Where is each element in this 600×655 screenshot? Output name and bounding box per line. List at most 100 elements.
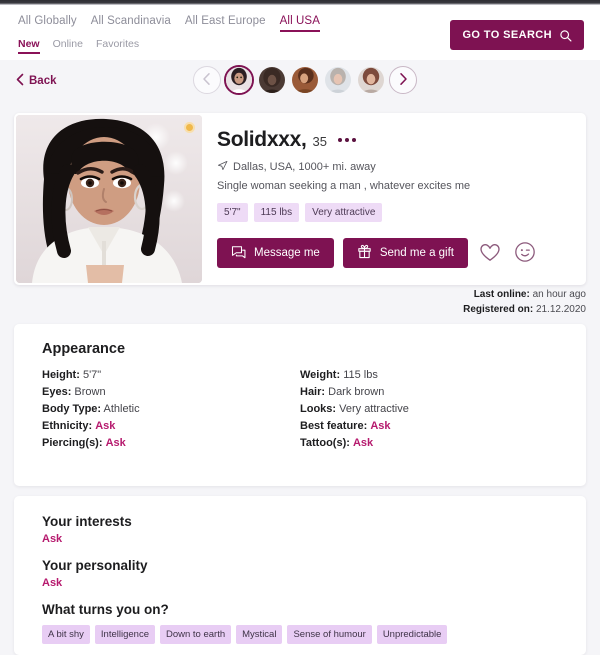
- profile-meta: Last online: an hour ago Registered on: …: [463, 287, 586, 317]
- site-header: All Globally All Scandinavia All East Eu…: [0, 5, 600, 60]
- profile-name-row: Solidxxx, 35: [217, 128, 572, 152]
- carousel-prev-button[interactable]: [193, 66, 221, 94]
- profile-chips: 5'7" 115 lbs Very attractive: [217, 203, 572, 222]
- attr-tattoos-label: Tattoo(s):: [300, 437, 350, 449]
- profile-info: Solidxxx, 35 Dallas, USA, 1000+ mi. away…: [217, 128, 572, 268]
- message-me-button[interactable]: Message me: [217, 238, 334, 268]
- avatar-1-image: [226, 67, 252, 93]
- nav-item-all-usa[interactable]: All USA: [279, 15, 320, 32]
- attr-ethnicity-value[interactable]: Ask: [95, 420, 115, 432]
- turnon-chip-4: Mystical: [236, 625, 283, 644]
- profile-location: Dallas, USA, 1000+ mi. away: [233, 161, 376, 173]
- chevron-left-icon: [16, 73, 24, 89]
- carousel-avatar-5[interactable]: [356, 65, 386, 95]
- personality-title: Your personality: [42, 558, 148, 573]
- profile-photo[interactable]: [16, 115, 202, 283]
- attr-body-type-label: Body Type:: [42, 403, 102, 415]
- add-to-favorites-button[interactable]: [477, 240, 503, 266]
- turnon-chip-5: Sense of humour: [287, 625, 372, 644]
- go-to-search-button[interactable]: GO TO SEARCH: [450, 20, 584, 50]
- send-wink-button[interactable]: [512, 240, 538, 266]
- attr-eyes: Eyes: Brown: [42, 386, 300, 398]
- nav-item-online[interactable]: Online: [53, 38, 83, 52]
- attr-height-value: 5'7": [82, 369, 102, 381]
- turnon-chip-2: Intelligence: [94, 625, 155, 644]
- attr-hair-label: Hair:: [300, 386, 326, 398]
- chevron-left-circle-icon: [202, 72, 212, 89]
- nav-item-all-east-europe[interactable]: All East Europe: [185, 15, 266, 30]
- attr-weight: Weight: 115 lbs: [300, 369, 586, 381]
- carousel-avatar-4[interactable]: [323, 65, 353, 95]
- carousel-next-button[interactable]: [389, 66, 417, 94]
- nav-item-new[interactable]: New: [18, 38, 40, 54]
- navigation-subbar: Back: [0, 60, 600, 110]
- send-gift-label: Send me a gift: [379, 247, 454, 259]
- profile-age: 35: [312, 134, 327, 149]
- avatar-2-image: [259, 67, 285, 93]
- profile-location-row: Dallas, USA, 1000+ mi. away: [217, 160, 572, 174]
- appearance-attributes: Height: 5'7" Weight: 115 lbs Eyes: Brown…: [14, 357, 586, 449]
- turnons-title: What turns you on?: [42, 602, 169, 617]
- registered-label: Registered on:: [463, 304, 534, 315]
- chevron-right-circle-icon: [398, 72, 408, 89]
- carousel-avatar-3[interactable]: [290, 65, 320, 95]
- nav-item-all-globally[interactable]: All Globally: [18, 15, 77, 30]
- about-body: Your interests Ask Your personality Ask …: [14, 514, 586, 644]
- avatar-3-image: [292, 67, 318, 93]
- turnons-list: A bit shy Intelligence Down to earth Mys…: [42, 625, 586, 644]
- attr-hair-value: Dark brown: [328, 386, 385, 398]
- attr-piercings-value[interactable]: Ask: [106, 437, 126, 449]
- attr-looks-value: Very attractive: [339, 403, 409, 415]
- profile-seeking: Single woman seeking a man , whatever ex…: [217, 180, 471, 192]
- appearance-title: Appearance: [42, 341, 126, 357]
- registered-value: 21.12.2020: [535, 304, 586, 315]
- attr-height: Height: 5'7": [42, 369, 300, 381]
- turnon-chip-6: Unpredictable: [376, 625, 448, 644]
- interests-value[interactable]: Ask: [42, 533, 586, 545]
- attr-looks: Looks: Very attractive: [300, 403, 586, 415]
- turnon-chip-3: Down to earth: [159, 625, 232, 644]
- attr-best-feature-value[interactable]: Ask: [370, 420, 390, 432]
- more-horizontal-icon[interactable]: [337, 138, 356, 142]
- back-label: Back: [29, 75, 57, 87]
- back-button[interactable]: Back: [16, 73, 57, 89]
- turnon-chip-1: A bit shy: [42, 625, 90, 644]
- nav-item-all-scandinavia[interactable]: All Scandinavia: [91, 15, 171, 30]
- last-online-label: Last online:: [473, 289, 530, 300]
- attr-eyes-value: Brown: [74, 386, 106, 398]
- location-arrow-icon: [217, 160, 228, 174]
- wink-smiley-icon: [514, 241, 536, 266]
- profile-actions: Message me Send me a gift: [217, 238, 572, 268]
- attr-tattoos: Tattoo(s): Ask: [300, 437, 586, 449]
- photo-status-badge: [184, 122, 195, 133]
- carousel-avatar-2[interactable]: [257, 65, 287, 95]
- profile-card: Solidxxx, 35 Dallas, USA, 1000+ mi. away…: [14, 113, 586, 285]
- attr-piercings: Piercing(s): Ask: [42, 437, 300, 449]
- attr-tattoos-value[interactable]: Ask: [353, 437, 373, 449]
- nav-item-favorites[interactable]: Favorites: [96, 38, 139, 52]
- search-icon: [559, 29, 572, 42]
- attr-weight-value: 115 lbs: [343, 369, 378, 381]
- profile-photo-image: [16, 115, 202, 283]
- last-online-value: an hour ago: [532, 289, 586, 300]
- chat-bubbles-icon: [231, 245, 246, 262]
- heart-outline-icon: [479, 242, 501, 265]
- send-gift-button[interactable]: Send me a gift: [342, 238, 468, 268]
- attr-piercings-label: Piercing(s):: [42, 437, 103, 449]
- attr-ethnicity-label: Ethnicity:: [42, 420, 93, 432]
- attr-body-type: Body Type: Athletic: [42, 403, 300, 415]
- avatar-5-image: [358, 67, 384, 93]
- about-card: Your interests Ask Your personality Ask …: [14, 496, 586, 655]
- attr-eyes-label: Eyes:: [42, 386, 72, 398]
- profile-name: Solidxxx,: [217, 128, 307, 151]
- interests-title: Your interests: [42, 514, 132, 529]
- attr-height-label: Height:: [42, 369, 80, 381]
- avatar-4-image: [325, 67, 351, 93]
- go-to-search-label: GO TO SEARCH: [462, 29, 552, 41]
- personality-value[interactable]: Ask: [42, 577, 586, 589]
- chip-height: 5'7": [217, 203, 248, 222]
- carousel-avatar-1[interactable]: [224, 65, 254, 95]
- attr-hair: Hair: Dark brown: [300, 386, 586, 398]
- appearance-card: Appearance Height: 5'7" Weight: 115 lbs …: [14, 324, 586, 486]
- message-me-label: Message me: [254, 247, 320, 259]
